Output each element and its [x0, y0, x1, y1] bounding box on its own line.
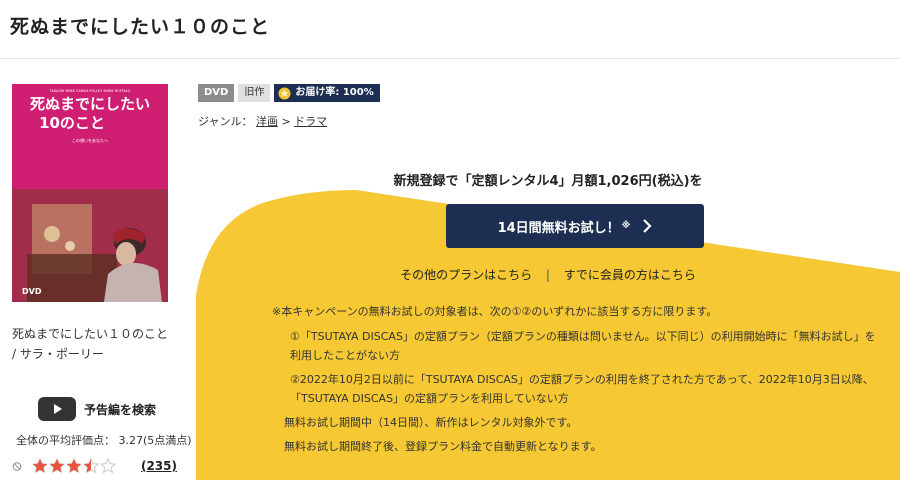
free-trial-label: 14日間無料お試し！	[497, 220, 620, 236]
work-title[interactable]: 死ぬまでにしたい１０のこと / サラ・ポーリー	[12, 324, 172, 364]
review-count-link[interactable]: (235)	[141, 459, 177, 473]
genre-link-main[interactable]: 洋画	[256, 115, 278, 128]
cover-dvd-logo: DVD	[22, 287, 42, 296]
not-interested-icon[interactable]	[12, 459, 22, 474]
plan-links: その他のプランはこちら | すでに会員の方はこちら	[196, 266, 900, 283]
genre-label: ジャンル：	[198, 115, 253, 128]
member-login-link[interactable]: すでに会員の方はこちら	[564, 268, 696, 282]
star-icon	[31, 458, 48, 474]
genre-link-sub[interactable]: ドラマ	[294, 115, 327, 128]
star-icon	[99, 458, 116, 474]
dvd-cover-image[interactable]: TAKASHI MIIKE SARAH POLLEY MARK RUFFALO …	[12, 84, 168, 302]
old-release-badge: 旧作	[238, 84, 271, 102]
other-plans-link[interactable]: その他のプランはこちら	[400, 268, 532, 282]
badge-row: DVD 旧作 お届け率: 100%	[198, 84, 384, 102]
delivery-rate-badge: お届け率: 100%	[274, 84, 380, 102]
campaign-notes: ※本キャンペーンの無料お試しの対象者は、次の①②のいずれかに該当する方に限ります…	[272, 302, 882, 461]
cover-top-credit: TAKASHI MIIKE SARAH POLLEY MARK RUFFALO	[49, 89, 131, 93]
trailer-label: 予告編を検索	[84, 402, 157, 417]
chevron-right-icon	[643, 219, 652, 233]
page-title: 死ぬまでにしたい１０のこと	[10, 16, 271, 38]
cover-title-line2: 10のこと	[39, 114, 105, 132]
trailer-search-button[interactable]: 予告編を検索	[38, 397, 156, 421]
note-line-4: 無料お試し期間終了後、登録プラン料金で自動更新となります。	[284, 440, 602, 453]
average-rating: 全体の平均評価点： 3.27(5点満点)	[16, 434, 192, 447]
free-trial-button[interactable]: 14日間無料お試し！ ※	[446, 204, 704, 248]
genre-separator: >	[281, 115, 291, 128]
star-rating[interactable]	[31, 458, 117, 474]
rating-row: (235)	[12, 456, 177, 476]
star-icon	[82, 458, 99, 474]
note-item-1: ①「TSUTAYA DISCAS」の定額プラン（定額プランの種類は問いません。以…	[290, 330, 876, 362]
genre-breadcrumb: ジャンル： 洋画 > ドラマ	[198, 113, 327, 129]
dvd-badge: DVD	[198, 84, 235, 102]
free-trial-mark: ※	[621, 221, 631, 231]
star-icon	[48, 458, 65, 474]
note-head: ※本キャンペーンの無料お試しの対象者は、次の①②のいずれかに該当する方に限ります…	[272, 305, 718, 318]
offer-text: 新規登録で「定額レンタル4」月額1,026円(税込)を	[393, 174, 703, 189]
plan-links-separator: |	[545, 268, 550, 282]
note-line-3: 無料お試し期間中（14日間）、新作はレンタル対象外です。	[284, 416, 578, 429]
star-coin-icon	[278, 86, 291, 100]
star-icon	[65, 458, 82, 474]
delivery-rate-text: お届け率: 100%	[295, 87, 374, 98]
cover-title-line1: 死ぬまでにしたい	[30, 95, 150, 113]
page: 死ぬまでにしたい１０のこと TAKASHI MIIKE SARAH POLLEY…	[0, 0, 900, 495]
title-bar: 死ぬまでにしたい１０のこと	[0, 0, 900, 59]
note-item-2: ②2022年10月2日以前に「TSUTAYA DISCAS」の定額プランの利用を…	[290, 373, 874, 405]
cover-art: TAKASHI MIIKE SARAH POLLEY MARK RUFFALO …	[12, 84, 168, 302]
cover-tagline: この想いをあなたへ	[72, 137, 108, 143]
play-icon	[38, 397, 76, 421]
